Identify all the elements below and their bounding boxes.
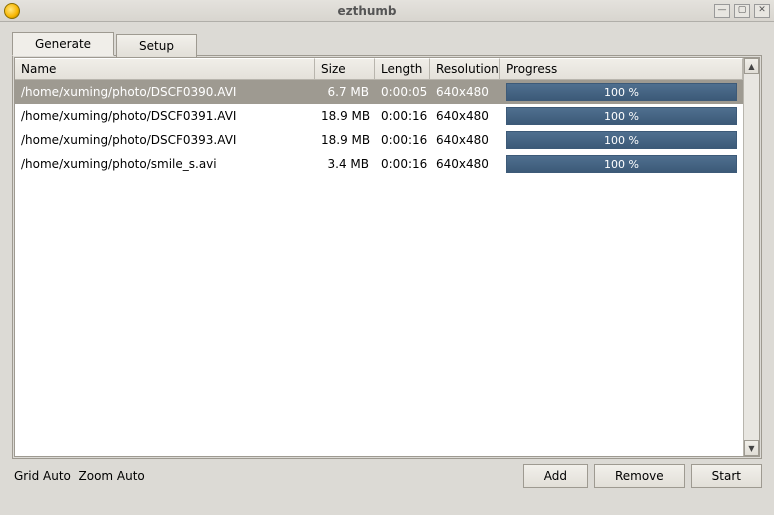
scroll-down-icon[interactable]: ▼ <box>744 440 759 456</box>
cell-length: 0:00:05 <box>375 85 430 99</box>
file-list: Name Size Length Resolution Progress /ho… <box>14 57 760 457</box>
cell-resolution: 640x480 <box>430 157 500 171</box>
statusbar: Grid Auto Zoom Auto Add Remove Start <box>12 463 762 489</box>
cell-name: /home/xuming/photo/DSCF0390.AVI <box>15 85 315 99</box>
progress-bar: 100 % <box>506 155 737 173</box>
minimize-button[interactable]: — <box>714 4 730 18</box>
cell-progress: 100 % <box>500 155 743 173</box>
cell-progress: 100 % <box>500 131 743 149</box>
col-resolution[interactable]: Resolution <box>430 58 500 79</box>
cell-resolution: 640x480 <box>430 85 500 99</box>
app-body: Generate Setup Name Size Length Resoluti… <box>0 22 774 497</box>
list-header: Name Size Length Resolution Progress <box>15 58 743 80</box>
progress-bar: 100 % <box>506 107 737 125</box>
maximize-button[interactable]: ▢ <box>734 4 750 18</box>
start-button[interactable]: Start <box>691 464 762 488</box>
generate-panel: Name Size Length Resolution Progress /ho… <box>12 55 762 459</box>
remove-button[interactable]: Remove <box>594 464 685 488</box>
cell-resolution: 640x480 <box>430 133 500 147</box>
window-title: ezthumb <box>20 4 714 18</box>
cell-name: /home/xuming/photo/smile_s.avi <box>15 157 315 171</box>
status-grid: Grid Auto <box>14 469 71 483</box>
cell-size: 18.9 MB <box>315 109 375 123</box>
cell-size: 6.7 MB <box>315 85 375 99</box>
col-size[interactable]: Size <box>315 58 375 79</box>
cell-size: 3.4 MB <box>315 157 375 171</box>
vertical-scrollbar[interactable]: ▲ ▼ <box>743 58 759 456</box>
scroll-up-icon[interactable]: ▲ <box>744 58 759 74</box>
table-row[interactable]: /home/xuming/photo/DSCF0390.AVI6.7 MB0:0… <box>15 80 743 104</box>
status-text: Grid Auto Zoom Auto <box>12 469 517 483</box>
add-button[interactable]: Add <box>523 464 588 488</box>
window-controls: — ▢ ✕ <box>714 4 770 18</box>
tabs: Generate Setup <box>12 32 762 56</box>
col-progress[interactable]: Progress <box>500 58 743 79</box>
col-length[interactable]: Length <box>375 58 430 79</box>
app-icon <box>4 3 20 19</box>
table-row[interactable]: /home/xuming/photo/smile_s.avi3.4 MB0:00… <box>15 152 743 176</box>
table-row[interactable]: /home/xuming/photo/DSCF0391.AVI18.9 MB0:… <box>15 104 743 128</box>
cell-progress: 100 % <box>500 83 743 101</box>
cell-size: 18.9 MB <box>315 133 375 147</box>
close-button[interactable]: ✕ <box>754 4 770 18</box>
table-row[interactable]: /home/xuming/photo/DSCF0393.AVI18.9 MB0:… <box>15 128 743 152</box>
cell-progress: 100 % <box>500 107 743 125</box>
tab-generate[interactable]: Generate <box>12 32 114 56</box>
progress-bar: 100 % <box>506 83 737 101</box>
cell-name: /home/xuming/photo/DSCF0391.AVI <box>15 109 315 123</box>
cell-name: /home/xuming/photo/DSCF0393.AVI <box>15 133 315 147</box>
tab-setup[interactable]: Setup <box>116 34 197 58</box>
cell-length: 0:00:16 <box>375 157 430 171</box>
cell-length: 0:00:16 <box>375 133 430 147</box>
cell-resolution: 640x480 <box>430 109 500 123</box>
cell-length: 0:00:16 <box>375 109 430 123</box>
status-zoom: Zoom Auto <box>79 469 145 483</box>
col-name[interactable]: Name <box>15 58 315 79</box>
progress-bar: 100 % <box>506 131 737 149</box>
titlebar: ezthumb — ▢ ✕ <box>0 0 774 22</box>
